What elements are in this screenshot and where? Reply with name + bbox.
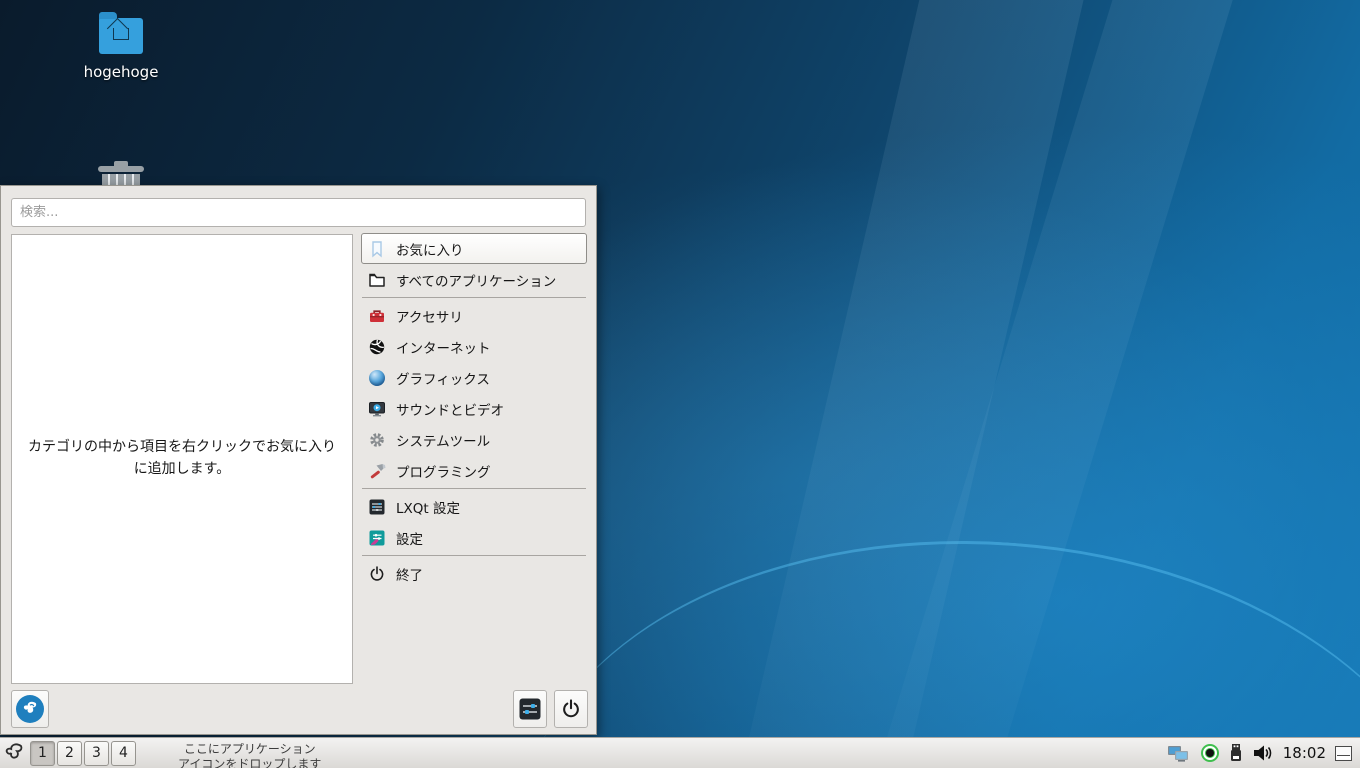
menu-item-settings[interactable]: 設定 bbox=[361, 522, 587, 553]
menu-item-label: インターネット bbox=[396, 340, 491, 357]
favorites-hint-text: カテゴリの中から項目を右クリックでお気に入りに追加します。 bbox=[28, 439, 336, 477]
menu-item-label: 設定 bbox=[396, 531, 423, 548]
menu-item-label: アクセサリ bbox=[396, 309, 463, 326]
menu-leave-button[interactable] bbox=[554, 690, 588, 728]
desktop-icon-hogehoge[interactable]: hogehoge bbox=[66, 12, 176, 81]
menu-item-label: プログラミング bbox=[396, 464, 491, 481]
globe-icon bbox=[368, 338, 386, 356]
system-tray: 18:02 bbox=[1167, 738, 1360, 768]
menu-item-label: 終了 bbox=[396, 567, 423, 584]
search-input[interactable] bbox=[11, 198, 586, 227]
menu-item-favorites[interactable]: お気に入り bbox=[361, 233, 587, 264]
category-list: お気に入りすべてのアプリケーション アクセサリインターネット グラフィックス サウンド… bbox=[361, 233, 587, 589]
wallpaper-arc bbox=[499, 509, 1360, 768]
lxqt-logo-icon bbox=[16, 695, 44, 723]
show-desktop-button[interactable] bbox=[1335, 745, 1352, 761]
workspace-button-4[interactable]: 4 bbox=[111, 740, 136, 766]
menu-separator bbox=[362, 297, 586, 298]
menu-settings-button[interactable] bbox=[513, 690, 547, 728]
menu-item-label: サウンドとビデオ bbox=[396, 402, 504, 419]
workspace-button-3[interactable]: 3 bbox=[84, 740, 109, 766]
house-icon bbox=[113, 28, 129, 40]
menu-item-label: お気に入り bbox=[396, 242, 464, 259]
quicklaunch-hint: ここにアプリケーション アイコンをドロップします bbox=[178, 738, 321, 768]
bookmark-icon bbox=[368, 240, 386, 258]
desktop-wallpaper: hogehoge カテゴリの中から項目を右クリックでお気に入りに追加します。 お… bbox=[0, 0, 1360, 768]
workspace-button-1[interactable]: 1 bbox=[30, 740, 55, 766]
menu-item-label: すべてのアプリケーション bbox=[396, 273, 557, 290]
removable-media-icon[interactable] bbox=[1229, 743, 1243, 763]
desktop-icon-label: hogehoge bbox=[83, 63, 159, 81]
menu-item-sound-video[interactable]: サウンドとビデオ bbox=[361, 393, 587, 424]
taskbar: 1234 ここにアプリケーション アイコンをドロップします 18:02 bbox=[0, 737, 1360, 768]
menu-item-label: システムツール bbox=[396, 433, 491, 450]
settings-icon bbox=[368, 529, 386, 547]
menu-separator bbox=[362, 488, 586, 489]
volume-icon[interactable] bbox=[1252, 743, 1274, 763]
power-icon bbox=[563, 699, 579, 718]
favorites-pane: カテゴリの中から項目を右クリックでお気に入りに追加します。 bbox=[11, 234, 353, 684]
menu-item-internet[interactable]: インターネット bbox=[361, 331, 587, 362]
folder-icon bbox=[368, 271, 386, 289]
wallpaper-swoosh bbox=[725, 0, 1107, 768]
toolbox-icon bbox=[368, 307, 386, 325]
menu-item-label: グラフィックス bbox=[396, 371, 490, 388]
menu-item-graphics[interactable]: グラフィックス bbox=[361, 362, 587, 393]
app-menu-popup: カテゴリの中から項目を右クリックでお気に入りに追加します。 お気に入りすべてのア… bbox=[0, 185, 597, 735]
workspace-switcher: 1234 bbox=[30, 740, 136, 766]
about-lxqt-button[interactable] bbox=[11, 690, 49, 728]
menu-item-system-tools[interactable]: システムツール bbox=[361, 424, 587, 455]
lxqt-settings-icon bbox=[368, 498, 386, 516]
home-folder-icon bbox=[99, 12, 143, 54]
clock[interactable]: 18:02 bbox=[1283, 744, 1326, 762]
menu-item-all-applications[interactable]: すべてのアプリケーション bbox=[361, 264, 587, 295]
menu-item-leave[interactable]: 終了 bbox=[361, 558, 587, 589]
menu-item-accessories[interactable]: アクセサリ bbox=[361, 300, 587, 331]
menu-item-label: LXQt 設定 bbox=[396, 500, 460, 517]
sliders-icon bbox=[519, 698, 541, 720]
menu-separator bbox=[362, 555, 586, 556]
menu-item-lxqt-settings[interactable]: LXQt 設定 bbox=[361, 491, 587, 522]
quicklaunch-hint-line2: アイコンをドロップします bbox=[178, 756, 322, 768]
workspace-button-2[interactable]: 2 bbox=[57, 740, 82, 766]
power-icon bbox=[368, 565, 386, 583]
lxqt-bird-icon bbox=[5, 743, 23, 759]
sphere-icon bbox=[368, 369, 386, 387]
recorder-tray-icon[interactable] bbox=[1200, 743, 1220, 763]
menu-item-programming[interactable]: プログラミング bbox=[361, 455, 587, 486]
wallpaper-swoosh bbox=[858, 0, 1267, 768]
gear-icon bbox=[368, 431, 386, 449]
network-icon[interactable] bbox=[1167, 743, 1191, 763]
monitor-play-icon bbox=[368, 400, 386, 418]
hammer-icon bbox=[368, 462, 386, 480]
quicklaunch-hint-line1: ここにアプリケーション bbox=[183, 741, 316, 756]
main-menu-button[interactable] bbox=[0, 739, 28, 768]
